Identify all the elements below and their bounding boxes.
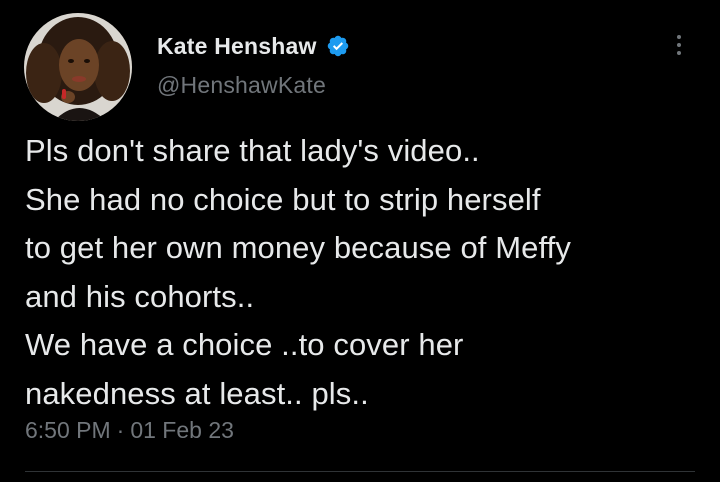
author-handle[interactable]: @HenshawKate xyxy=(157,72,350,99)
tweet-text-line: She had no choice but to strip herself xyxy=(25,181,541,217)
tweet-text-line: and his cohorts.. xyxy=(25,278,255,314)
tweet-time: 6:50 PM xyxy=(25,417,111,443)
more-vertical-icon-dot xyxy=(677,43,681,47)
more-vertical-icon-dot xyxy=(677,51,681,55)
tweet-text-line: to get her own money because of Meffy xyxy=(25,230,571,265)
divider xyxy=(25,471,695,472)
more-options-button[interactable] xyxy=(664,30,694,60)
name-row: Kate Henshaw xyxy=(157,30,350,62)
timestamp-separator: · xyxy=(116,417,125,443)
tweet-text-line: We have a choice ..to cover her xyxy=(25,327,464,362)
tweet-text-line: nakedness at least.. pls.. xyxy=(25,375,369,411)
more-vertical-icon xyxy=(677,35,681,39)
tweet-card: Kate Henshaw @HenshawKate Pls don't shar… xyxy=(0,0,720,482)
tweet-text-line: Pls don't share that lady's video.. xyxy=(25,133,480,168)
tweet-text: Pls don't share that lady's video.. She … xyxy=(25,127,705,418)
author-display-name[interactable]: Kate Henshaw xyxy=(157,33,317,60)
avatar-image xyxy=(24,13,132,121)
avatar[interactable] xyxy=(24,13,132,121)
author-info: Kate Henshaw @HenshawKate xyxy=(157,30,350,99)
tweet-timestamp[interactable]: 6:50 PM · 01 Feb 23 xyxy=(25,417,234,444)
verified-badge-icon[interactable] xyxy=(326,34,350,58)
tweet-date: 01 Feb 23 xyxy=(130,417,234,443)
